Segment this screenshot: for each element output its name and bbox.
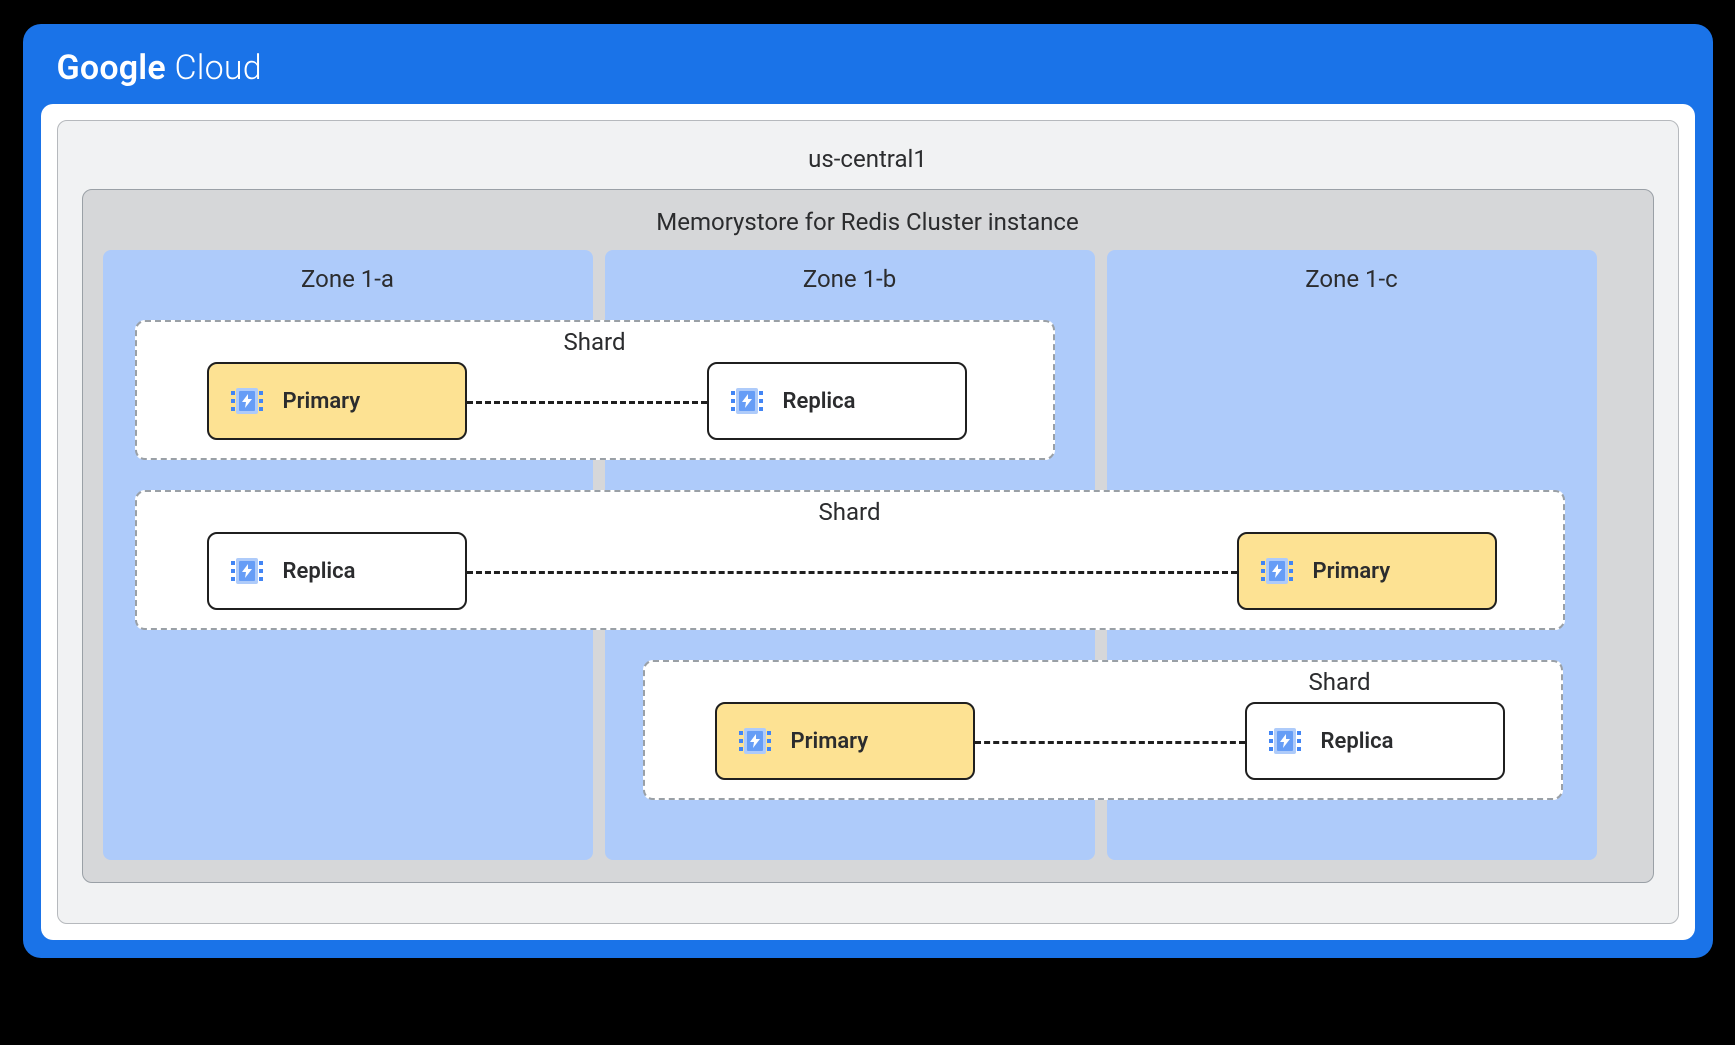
region-box: us-central1 Memorystore for Redis Cluste…	[57, 120, 1679, 924]
instance-title: Memorystore for Redis Cluster instance	[103, 204, 1633, 250]
zone-a-title: Zone 1-a	[104, 251, 592, 307]
memorystore-icon	[735, 721, 775, 761]
memorystore-icon	[227, 381, 267, 421]
google-cloud-frame: Google Cloud us-central1 Memorystore for…	[23, 24, 1713, 958]
memorystore-icon	[227, 551, 267, 591]
shard-3-replica-node: Replica	[1245, 702, 1505, 780]
shard-3-connector	[975, 741, 1245, 744]
logo-google: Google	[57, 48, 166, 88]
memorystore-icon	[1265, 721, 1305, 761]
shard-2: Shard Replica Primary	[135, 490, 1565, 630]
zones-wrap: Zone 1-a Zone 1-b Zone 1-c Shard	[103, 250, 1633, 860]
memorystore-icon	[1257, 551, 1297, 591]
shard-1: Shard Primary Replica	[135, 320, 1055, 460]
logo-cloud: Cloud	[174, 48, 261, 88]
zone-b-title: Zone 1-b	[606, 251, 1094, 307]
shard-1-connector	[467, 401, 707, 404]
node-role-label: Primary	[791, 729, 869, 754]
node-role-label: Replica	[783, 389, 856, 414]
shard-2-connector	[467, 571, 1237, 574]
node-role-label: Replica	[1321, 729, 1394, 754]
node-role-label: Primary	[1313, 559, 1391, 584]
google-cloud-logo: Google Cloud	[41, 42, 1695, 104]
instance-box: Memorystore for Redis Cluster instance Z…	[82, 189, 1654, 883]
shard-1-replica-node: Replica	[707, 362, 967, 440]
zone-c-title: Zone 1-c	[1108, 251, 1596, 307]
shard-3: Shard Primary Replica	[643, 660, 1563, 800]
shard-3-primary-node: Primary	[715, 702, 975, 780]
shard-2-primary-node: Primary	[1237, 532, 1497, 610]
shard-1-label: Shard	[564, 328, 626, 356]
node-role-label: Replica	[283, 559, 356, 584]
shard-1-primary-node: Primary	[207, 362, 467, 440]
shard-2-replica-node: Replica	[207, 532, 467, 610]
node-role-label: Primary	[283, 389, 361, 414]
memorystore-icon	[727, 381, 767, 421]
shard-3-label: Shard	[1309, 668, 1371, 696]
region-title: us-central1	[82, 137, 1654, 189]
shard-2-label: Shard	[819, 498, 881, 526]
project-container: us-central1 Memorystore for Redis Cluste…	[41, 104, 1695, 940]
